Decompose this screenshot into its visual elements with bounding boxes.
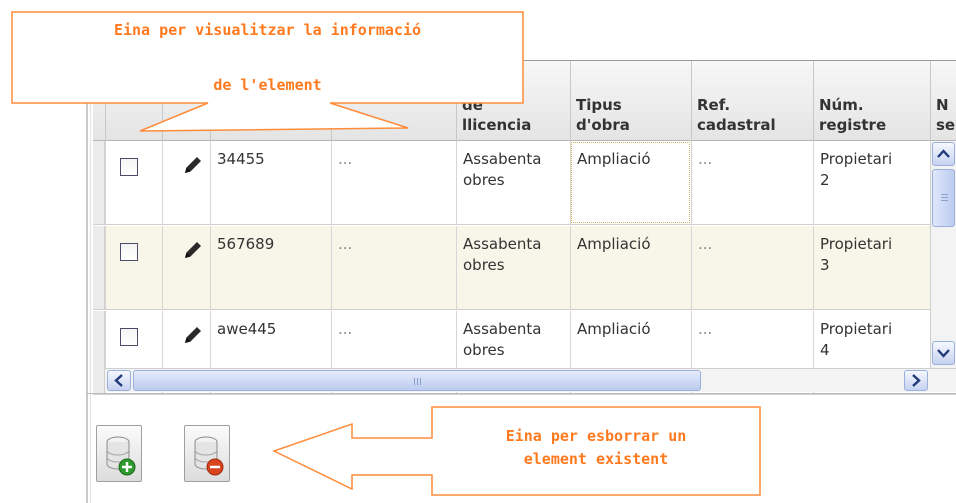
delete-tool-callout-line2: element existent	[523, 450, 669, 468]
view-tool-callout-line2: de l'element	[213, 76, 322, 94]
delete-tool-callout-line1: Eina per esborrar un	[505, 427, 687, 445]
view-tool-callout-line1: Eina per visualitzar la informació	[113, 21, 422, 39]
